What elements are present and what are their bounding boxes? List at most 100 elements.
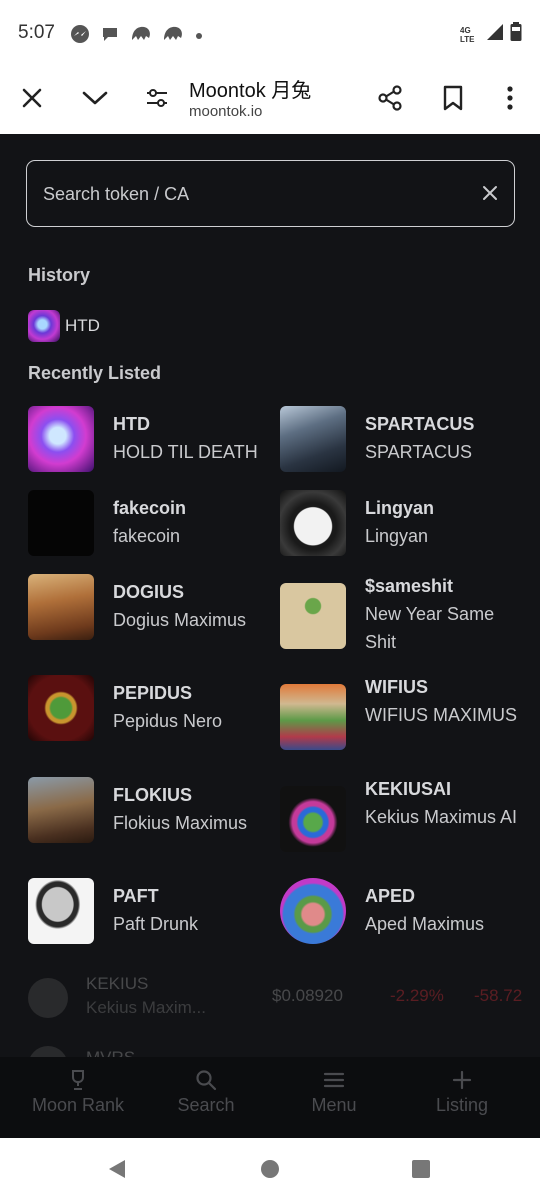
plus-icon bbox=[452, 1070, 472, 1090]
token-logo bbox=[280, 583, 346, 649]
notification-icons bbox=[70, 24, 204, 49]
token-logo bbox=[28, 406, 94, 472]
more-options-button[interactable] bbox=[494, 82, 526, 114]
token-dogius[interactable]: DOGIUS Dogius Maximus bbox=[28, 574, 278, 644]
token-spartacus[interactable]: SPARTACUS SPARTACUS bbox=[280, 406, 530, 476]
system-navigation-bar bbox=[0, 1138, 540, 1200]
token-paft[interactable]: PAFT Paft Drunk bbox=[28, 878, 278, 948]
token-name: Lingyan bbox=[365, 526, 429, 546]
token-htd[interactable]: HTD HOLD TIL DEATH bbox=[28, 406, 278, 476]
battery-icon bbox=[510, 22, 522, 47]
token-symbol: PAFT bbox=[113, 886, 159, 906]
token-name: Aped Maximus bbox=[365, 914, 485, 934]
row-change: -2.29% bbox=[390, 986, 444, 1005]
token-avatar bbox=[28, 978, 68, 1018]
tune-icon bbox=[147, 89, 167, 107]
token-name: fakecoin bbox=[113, 526, 181, 546]
token-symbol: KEKIUSAI bbox=[365, 779, 452, 799]
token-fakecoin[interactable]: fakecoin fakecoin bbox=[28, 490, 278, 560]
page-title: Moontok 月兔 bbox=[189, 80, 312, 102]
chevron-down-icon bbox=[82, 91, 108, 105]
token-pepidus[interactable]: PEPIDUS Pepidus Nero bbox=[28, 675, 278, 745]
chat-icon bbox=[100, 24, 120, 49]
row-name: Kekius Maxim... bbox=[86, 998, 206, 1017]
token-name: WIFIUS MAXIMUS bbox=[365, 705, 517, 725]
token-flokius[interactable]: FLOKIUS Flokius Maximus bbox=[28, 777, 278, 847]
token-symbol: HTD bbox=[113, 414, 150, 434]
token-symbol: PEPIDUS bbox=[113, 683, 193, 703]
token-symbol: APED bbox=[365, 886, 416, 906]
history-title: History bbox=[28, 265, 91, 285]
bookmark-button[interactable] bbox=[437, 82, 469, 114]
share-icon bbox=[378, 85, 402, 111]
tab-menu[interactable]: Menu bbox=[269, 1067, 399, 1116]
share-button[interactable] bbox=[374, 82, 406, 114]
search-overlay: KEKIUS Kekius Maxim... $0.08920 -2.29% -… bbox=[0, 134, 540, 1138]
search-input[interactable]: Search token / CA bbox=[26, 160, 515, 227]
messenger-icon bbox=[70, 24, 90, 49]
app-icon-2 bbox=[162, 24, 184, 49]
token-symbol: Lingyan bbox=[365, 498, 435, 518]
token-lingyan[interactable]: Lingyan Lingyan bbox=[280, 490, 530, 560]
token-logo bbox=[28, 675, 94, 741]
token-logo bbox=[28, 490, 94, 556]
token-symbol: fakecoin bbox=[113, 498, 187, 518]
back-icon[interactable] bbox=[106, 1158, 128, 1180]
minimize-button[interactable] bbox=[79, 82, 111, 114]
bookmark-icon bbox=[443, 85, 463, 111]
token-wifius[interactable]: WIFIUS WIFIUS MAXIMUS bbox=[280, 675, 530, 759]
row-symbol: KEKIUS bbox=[86, 974, 149, 993]
token-symbol: $sameshit bbox=[365, 576, 454, 596]
more-vert-icon bbox=[507, 86, 513, 110]
search-icon bbox=[196, 1070, 217, 1091]
tab-moon-rank[interactable]: Moon Rank bbox=[13, 1067, 143, 1116]
row-change-2: -58.72 bbox=[474, 986, 523, 1005]
dot-icon bbox=[194, 28, 204, 46]
tab-label: Listing bbox=[435, 1095, 489, 1115]
menu-icon bbox=[323, 1072, 345, 1088]
token-name: Pepidus Nero bbox=[113, 711, 223, 731]
token-logo bbox=[280, 406, 346, 472]
page-url: moontok.io bbox=[189, 103, 263, 120]
token-symbol: FLOKIUS bbox=[113, 785, 192, 805]
token-kekiusai[interactable]: KEKIUSAI Kekius Maximus AI bbox=[280, 777, 530, 861]
table-row: KEKIUS Kekius Maxim... $0.08920 -2.29% -… bbox=[14, 972, 534, 1028]
token-name: Kekius Maximus AI bbox=[365, 807, 518, 827]
home-icon[interactable] bbox=[260, 1159, 280, 1179]
tab-label: Search bbox=[177, 1095, 235, 1115]
row-price: $0.08920 bbox=[272, 986, 343, 1005]
signal-icon bbox=[486, 23, 504, 46]
close-button[interactable] bbox=[16, 82, 48, 114]
site-settings-button[interactable] bbox=[141, 82, 173, 114]
tab-search[interactable]: Search bbox=[141, 1067, 271, 1116]
token-logo bbox=[280, 786, 346, 852]
close-icon bbox=[22, 88, 42, 108]
token-symbol: SPARTACUS bbox=[365, 414, 475, 434]
token-aped[interactable]: APED Aped Maximus bbox=[280, 878, 530, 948]
token-logo bbox=[28, 878, 94, 944]
token-logo bbox=[28, 777, 94, 843]
token-logo bbox=[28, 310, 60, 342]
token-name: SPARTACUS bbox=[365, 442, 473, 462]
recently-listed-title: Recently Listed bbox=[28, 363, 162, 383]
token-name: HOLD TIL DEATH bbox=[113, 442, 258, 462]
token-name: Paft Drunk bbox=[113, 914, 199, 934]
tab-label: Moon Rank bbox=[31, 1095, 125, 1115]
token-logo bbox=[280, 490, 346, 556]
app-icon bbox=[130, 24, 152, 49]
bottom-tab-bar: Moon Rank Search Menu Listing bbox=[0, 1057, 540, 1138]
token-symbol: DOGIUS bbox=[113, 582, 185, 602]
token-name: Dogius Maximus bbox=[113, 610, 247, 630]
token-logo bbox=[28, 574, 94, 640]
token-symbol: WIFIUS bbox=[365, 677, 428, 697]
clear-search-icon[interactable] bbox=[478, 181, 502, 205]
trophy-icon bbox=[72, 1070, 84, 1090]
tab-label: Menu bbox=[311, 1095, 357, 1115]
tab-listing[interactable]: Listing bbox=[397, 1067, 527, 1116]
token-sameshit[interactable]: $sameshit New Year Same Shit bbox=[280, 574, 530, 658]
search-placeholder: Search token / CA bbox=[43, 184, 190, 204]
history-item[interactable]: HTD bbox=[28, 310, 100, 342]
token-name: Flokius Maximus bbox=[113, 813, 248, 833]
recents-icon[interactable] bbox=[411, 1159, 431, 1179]
custom-tab-toolbar: Moontok 月兔 moontok.io bbox=[0, 66, 540, 134]
